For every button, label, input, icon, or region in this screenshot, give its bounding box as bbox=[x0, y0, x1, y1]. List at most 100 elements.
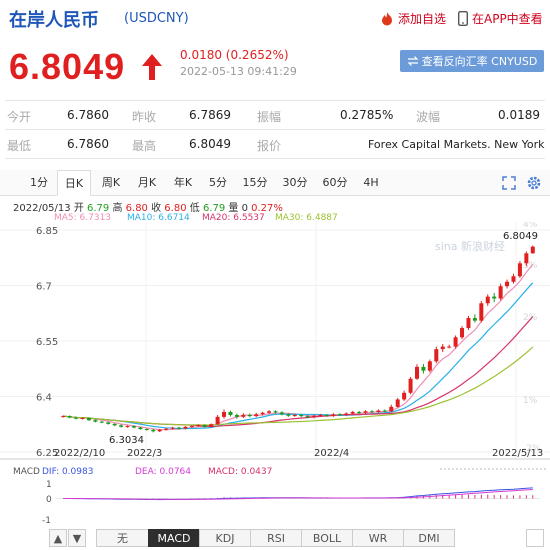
scroll-down-button[interactable]: ▼ bbox=[68, 529, 86, 547]
ma5-line bbox=[63, 263, 534, 431]
candle bbox=[151, 429, 156, 432]
tab-5min[interactable]: 5分 bbox=[203, 170, 233, 196]
candle bbox=[472, 318, 477, 321]
ma10-line bbox=[63, 282, 534, 430]
tab-4h[interactable]: 4H bbox=[357, 170, 385, 196]
macd-dea: DEA: 0.0764 bbox=[135, 467, 191, 477]
tab-30min[interactable]: 30分 bbox=[277, 170, 313, 196]
candle bbox=[93, 420, 98, 422]
candle bbox=[492, 296, 497, 299]
candle bbox=[382, 410, 387, 412]
candle bbox=[254, 414, 259, 417]
open-value: 6.7860 bbox=[67, 108, 109, 122]
indicator-rsi[interactable]: RSI bbox=[250, 529, 302, 547]
tab-yearly[interactable]: 年K bbox=[167, 170, 199, 196]
open-app-label: 在APP中查看 bbox=[472, 12, 543, 26]
candle bbox=[260, 412, 265, 415]
range-label: 波幅 bbox=[416, 110, 441, 124]
macd-title: MACD bbox=[13, 467, 40, 477]
max-price-label: 6.8049 bbox=[503, 231, 538, 242]
candle bbox=[170, 427, 175, 429]
candle bbox=[177, 427, 181, 429]
candle bbox=[74, 417, 79, 419]
macd-tick-0: 0 bbox=[46, 495, 52, 505]
quote-timestamp: 2022-05-13 09:41:29 bbox=[180, 65, 297, 78]
candle bbox=[61, 416, 66, 418]
scroll-up-button[interactable]: ▲ bbox=[49, 529, 67, 547]
indicator-boll[interactable]: BOLL bbox=[301, 529, 353, 547]
candle bbox=[279, 412, 284, 415]
macd-tick-1: 1 bbox=[46, 480, 52, 490]
indicator-macd[interactable]: MACD bbox=[148, 529, 200, 547]
candle bbox=[357, 412, 362, 414]
gear-icon[interactable] bbox=[526, 175, 542, 191]
indicator-settings[interactable] bbox=[526, 529, 544, 547]
up-arrow-icon bbox=[142, 54, 162, 80]
page-header: 在岸人民币 (USDCNY) 添加自选 在APP中查看 bbox=[0, 0, 550, 36]
indicator-dmi[interactable]: DMI bbox=[403, 529, 455, 547]
currency-code: (USDCNY) bbox=[124, 11, 189, 26]
pct-tick-label: 1% bbox=[523, 396, 538, 406]
tab-1min[interactable]: 1分 bbox=[24, 170, 54, 196]
candle bbox=[479, 303, 484, 321]
candle bbox=[286, 414, 291, 416]
tab-weekly[interactable]: 周K bbox=[95, 170, 127, 196]
tab-60min[interactable]: 60分 bbox=[317, 170, 353, 196]
candle bbox=[369, 411, 374, 413]
candle bbox=[524, 253, 529, 264]
indicator-kdj[interactable]: KDJ bbox=[199, 529, 251, 547]
add-watchlist-label: 添加自选 bbox=[398, 12, 447, 26]
candle bbox=[241, 415, 246, 417]
candle bbox=[312, 415, 317, 418]
candle bbox=[189, 426, 194, 428]
candle bbox=[408, 378, 413, 393]
amplitude-value: 0.2785% bbox=[340, 108, 394, 122]
add-watchlist-button[interactable]: 添加自选 bbox=[380, 10, 446, 27]
candle bbox=[447, 346, 452, 348]
macd-chart bbox=[56, 487, 540, 501]
price-grid bbox=[0, 222, 550, 459]
candle bbox=[440, 346, 445, 350]
candle bbox=[157, 429, 162, 432]
candle bbox=[505, 281, 510, 287]
y-tick-label: 6.55 bbox=[36, 337, 58, 348]
kline-chart[interactable]: sina 新浪财经 6.856.76.556.46.25 4%3%2%1%-2%… bbox=[0, 222, 550, 550]
candle bbox=[234, 415, 239, 417]
candle bbox=[202, 424, 207, 427]
y-tick-label: 6.7 bbox=[36, 282, 52, 293]
candle bbox=[228, 412, 233, 415]
high-value: 6.8049 bbox=[189, 137, 231, 151]
candle bbox=[453, 337, 458, 347]
y-tick-label: 6.4 bbox=[36, 393, 52, 404]
tab-15min[interactable]: 15分 bbox=[237, 170, 273, 196]
candle bbox=[99, 421, 104, 423]
candle bbox=[517, 263, 522, 277]
swap-icon bbox=[407, 56, 419, 66]
indicator-wr[interactable]: WR bbox=[352, 529, 404, 547]
candle bbox=[125, 426, 130, 428]
fire-icon bbox=[382, 11, 392, 25]
prev-close-label: 昨收 bbox=[132, 110, 157, 124]
candle bbox=[350, 412, 355, 414]
tab-monthly[interactable]: 月K bbox=[131, 170, 163, 196]
x-axis-labels: 2022/2/10 2022/3 2022/4 2022/5/13 bbox=[54, 448, 543, 459]
reverse-rate-button[interactable]: 查看反向汇率 CNYUSD bbox=[400, 50, 544, 72]
kline-info: 2022/05/13 开 6.79 高 6.80 收 6.80 低 6.79 量… bbox=[13, 199, 283, 214]
high-label: 高 bbox=[112, 203, 123, 214]
candle bbox=[421, 366, 426, 371]
indicator-bar: ▲ ▼ 无 MACD KDJ RSI BOLL WR DMI bbox=[0, 527, 550, 549]
sina-watermark: sina 新浪财经 bbox=[435, 239, 505, 253]
indicator-none[interactable]: 无 bbox=[96, 529, 149, 547]
high-label: 最高 bbox=[132, 139, 157, 153]
candle bbox=[267, 411, 272, 413]
candle bbox=[402, 392, 407, 400]
candle bbox=[247, 415, 252, 417]
pct-tick-label: 2% bbox=[523, 313, 538, 323]
fullscreen-icon[interactable] bbox=[502, 176, 516, 190]
amplitude-label: 振幅 bbox=[257, 110, 282, 124]
candle bbox=[196, 424, 201, 427]
tab-daily[interactable]: 日K bbox=[57, 170, 91, 196]
open-app-button[interactable]: 在APP中查看 bbox=[458, 10, 543, 27]
candle bbox=[106, 422, 111, 424]
range-value: 0.0189 bbox=[498, 108, 540, 122]
